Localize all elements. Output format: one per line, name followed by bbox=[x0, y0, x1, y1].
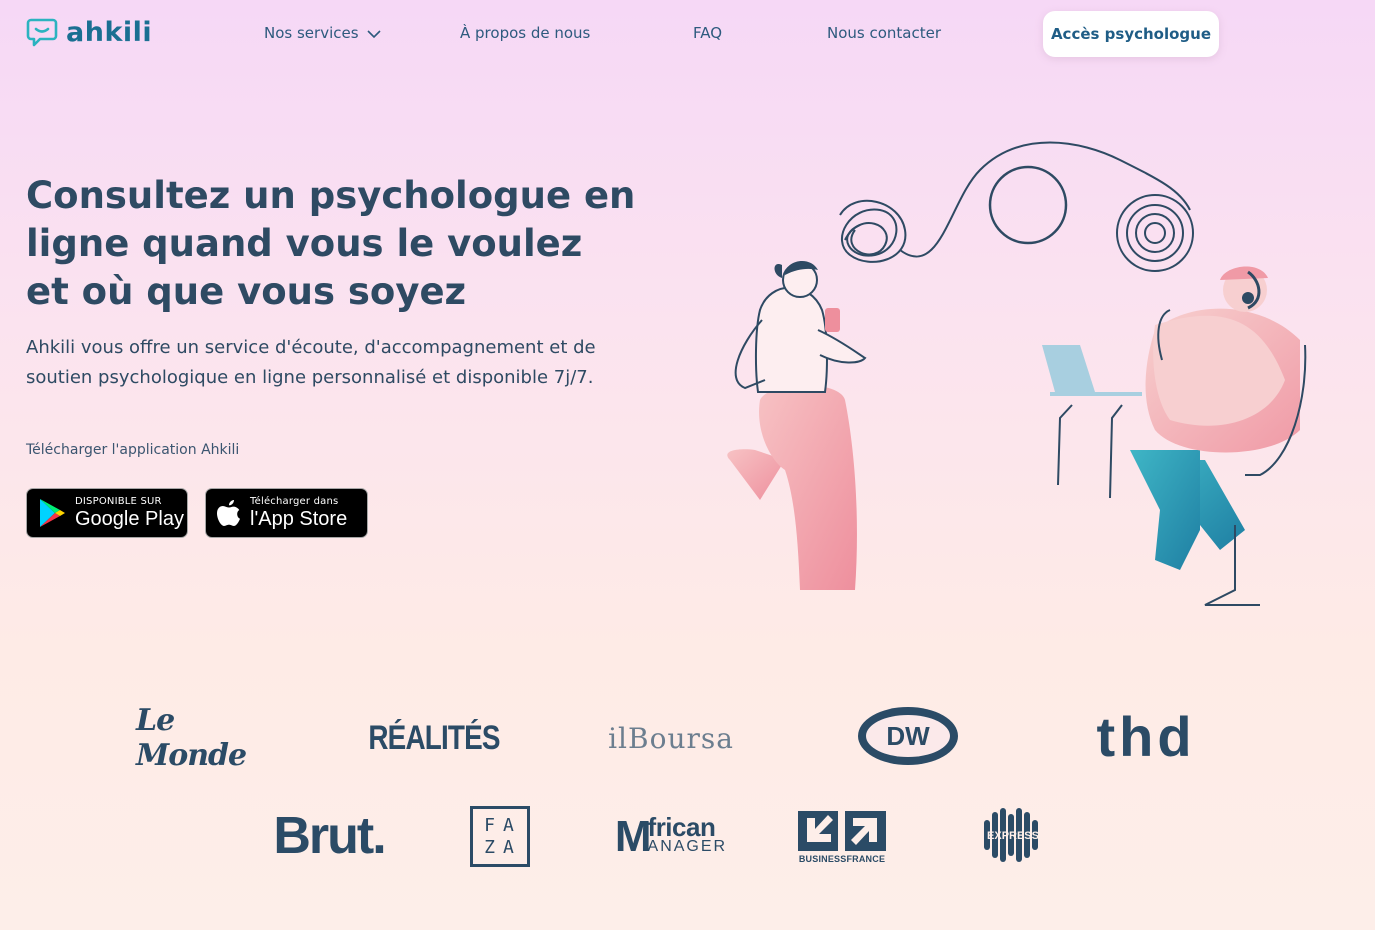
business-france-logo[interactable]: BUSINESSFRANCE bbox=[796, 808, 888, 866]
hero-title: Consultez un psychologue en ligne quand … bbox=[26, 172, 646, 316]
nav-a-propos[interactable]: À propos de nous bbox=[460, 24, 590, 42]
hero-title-line-1: Consultez un psychologue en bbox=[26, 174, 636, 217]
acces-psychologue-button[interactable]: Accès psychologue bbox=[1043, 11, 1219, 57]
thought-circle bbox=[988, 165, 1068, 245]
le-monde-logo[interactable]: Le Monde bbox=[136, 703, 258, 773]
nav-faq[interactable]: FAQ bbox=[693, 24, 722, 42]
google-play-big-text: Google Play bbox=[75, 508, 184, 530]
apple-icon bbox=[217, 500, 240, 526]
dw-logo-text: DW bbox=[886, 721, 930, 751]
hero-title-line-3: et où que vous soyez bbox=[26, 270, 467, 313]
faza-bottom-text: ZA bbox=[484, 836, 522, 858]
dw-logo[interactable]: DW bbox=[855, 706, 961, 766]
logo-text: ahkili bbox=[66, 16, 153, 48]
app-store-button[interactable]: Télécharger dans l'App Store bbox=[205, 488, 368, 538]
woman-with-phone bbox=[727, 260, 867, 590]
african-manager-logo[interactable]: M frican ANAGER bbox=[609, 812, 733, 862]
faza-logo[interactable]: FA ZA bbox=[470, 806, 530, 867]
app-store-big-text: l'App Store bbox=[250, 508, 348, 530]
hero-subtitle: Ahkili vous offre un service d'écoute, d… bbox=[26, 337, 596, 388]
african-manager-m: M bbox=[614, 812, 652, 861]
nav-nos-services-label: Nos services bbox=[264, 24, 359, 42]
ahkili-logo[interactable]: ahkili bbox=[26, 16, 152, 48]
chevron-down-icon bbox=[367, 29, 381, 38]
download-label: Télécharger l'application Ahkili bbox=[26, 442, 240, 458]
thd-logo[interactable]: thd bbox=[1085, 705, 1207, 768]
ilboursa-logo[interactable]: ilBoursa bbox=[608, 718, 733, 758]
brut-logo[interactable]: Brut. bbox=[266, 807, 392, 865]
express-logo-text: EXPRESS bbox=[987, 830, 1039, 842]
express-logo-icon: EXPRESS bbox=[984, 808, 1039, 862]
google-play-icon bbox=[40, 499, 65, 527]
desk-with-laptop bbox=[1042, 345, 1142, 499]
google-play-small-text: DISPONIBLE SUR bbox=[75, 496, 162, 507]
nav-nous-contacter[interactable]: Nous contacter bbox=[827, 24, 941, 42]
express-logo[interactable]: EXPRESS bbox=[978, 806, 1048, 864]
business-france-arrows-icon bbox=[798, 811, 886, 851]
app-store-small-text: Télécharger dans bbox=[250, 496, 339, 507]
business-france-label: BUSINESSFRANCE bbox=[798, 854, 886, 864]
scribble-icon bbox=[839, 199, 907, 263]
african-manager-top: frican bbox=[647, 812, 716, 842]
man-with-headset bbox=[1130, 266, 1307, 606]
nav-nos-services[interactable]: Nos services bbox=[264, 24, 381, 42]
dw-logo-icon: DW bbox=[858, 707, 958, 765]
faza-top-text: FA bbox=[484, 814, 522, 836]
spiral-icon bbox=[1116, 194, 1194, 272]
google-play-button[interactable]: DISPONIBLE SUR Google Play bbox=[26, 488, 188, 538]
realites-logo[interactable]: RÉALITÉS bbox=[368, 716, 500, 760]
african-manager-bottom: ANAGER bbox=[647, 838, 728, 855]
chat-bubble-logo-icon bbox=[26, 18, 58, 47]
hero-title-line-2: ligne quand vous le voulez bbox=[26, 222, 583, 265]
hero-illustration bbox=[727, 141, 1307, 606]
